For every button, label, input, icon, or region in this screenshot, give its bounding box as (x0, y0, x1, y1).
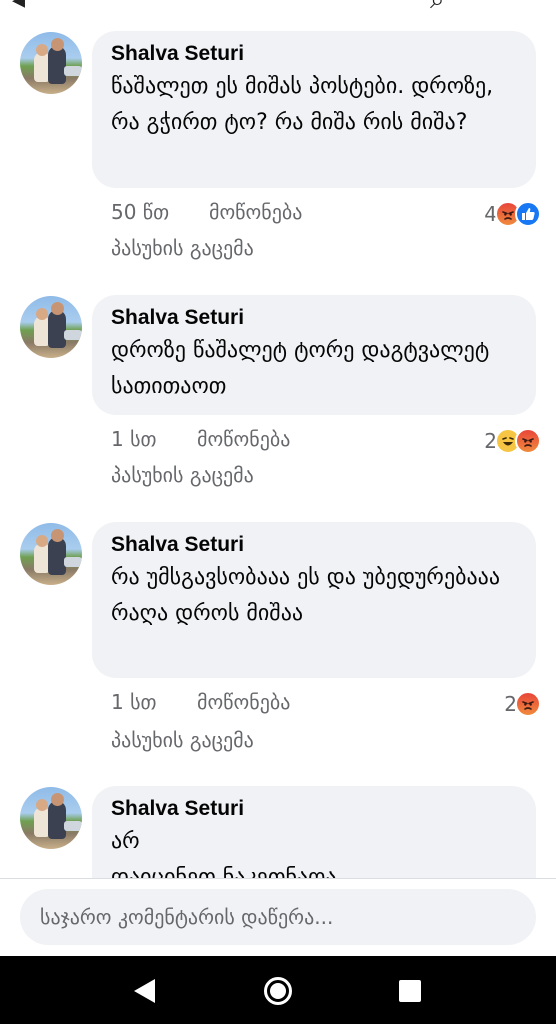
comment-text-cut: დაიცინეთ ნაკეთნაოა (111, 865, 337, 878)
avatar[interactable] (20, 787, 82, 849)
like-emoji-icon (515, 201, 541, 227)
comment-composer-bar: საჯარო კომენტარის დაწერა... (0, 878, 556, 956)
like-button[interactable]: მოწონება (209, 200, 302, 224)
comment-text: რა უმსგავსობააა ეს და უბედურებააა რაღა დ… (111, 565, 501, 626)
comment-time[interactable]: 50 წთ (111, 200, 169, 224)
avatar[interactable] (20, 296, 82, 358)
like-button[interactable]: მოწონება (197, 690, 290, 714)
angry-emoji-icon (515, 428, 541, 454)
comment-author[interactable]: Shalva Seturi (111, 305, 518, 331)
like-button[interactable]: მოწონება (197, 427, 290, 451)
comment-bubble: Shalva Seturi დროზე წაშალეტ ტორე დაგტვალ… (92, 295, 536, 415)
comment-input[interactable]: საჯარო კომენტარის დაწერა... (20, 889, 536, 945)
comment-time[interactable]: 1 სთ (111, 690, 157, 714)
avatar[interactable] (20, 523, 82, 585)
comment-meta: 1 სთ მოწონება 2 (111, 427, 541, 457)
comment-text: დროზე წაშალეტ ტორე დაგტვალეტ სათითაოთ (111, 338, 490, 399)
comments-feed[interactable]: Shalva Seturi წაშალეთ ეს მიშას პოსტები. … (0, 0, 556, 878)
home-icon[interactable] (261, 974, 295, 1008)
comment-bubble: Shalva Seturi რა უმსგავსობააა ეს და უბედ… (92, 522, 536, 678)
comment-meta: 50 წთ მოწონება 4 (111, 200, 541, 230)
comment-bubble: Shalva Seturi წაშალეთ ეს მიშას პოსტები. … (92, 31, 536, 188)
angry-emoji-icon (515, 691, 541, 717)
comment-text: არ (111, 829, 140, 854)
comment-text: წაშალეთ ეს მიშას პოსტები. დროზე, რა გჭირ… (111, 74, 494, 135)
avatar[interactable] (20, 32, 82, 94)
reaction-summary[interactable]: 2 (504, 690, 541, 718)
comment-meta: 1 სთ მოწონება 2 (111, 690, 541, 720)
reply-button[interactable]: პასუხის გაცემა (111, 728, 254, 752)
reply-button[interactable]: პასუხის გაცემა (111, 236, 254, 260)
android-nav-bar (0, 956, 556, 1024)
comment-author[interactable]: Shalva Seturi (111, 532, 518, 558)
comment-author[interactable]: Shalva Seturi (111, 796, 518, 822)
back-icon[interactable] (128, 974, 162, 1008)
reaction-summary[interactable]: 2 (484, 427, 541, 455)
comment-author[interactable]: Shalva Seturi (111, 41, 518, 67)
comment-bubble: Shalva Seturi არ დაიცინეთ ნაკეთნაოა (92, 786, 536, 878)
reply-button[interactable]: პასუხის გაცემა (111, 463, 254, 487)
recents-icon[interactable] (393, 974, 427, 1008)
comment-time[interactable]: 1 სთ (111, 427, 157, 451)
reaction-summary[interactable]: 4 (484, 200, 541, 228)
